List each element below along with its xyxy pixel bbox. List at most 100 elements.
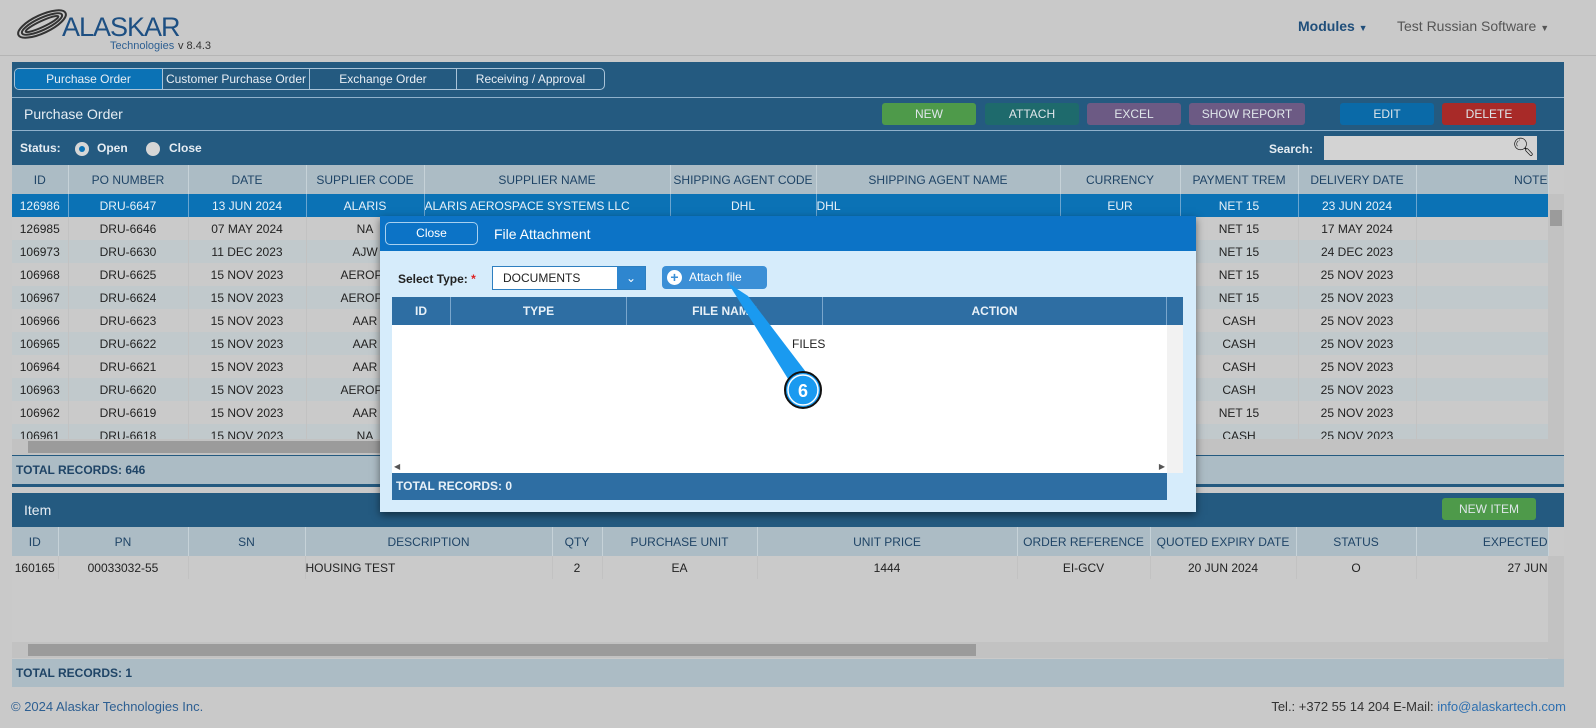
status-open-label: Open	[97, 141, 128, 155]
scroll-left-icon[interactable]: ◀	[394, 462, 400, 471]
status-close-label: Close	[169, 141, 202, 155]
type-select[interactable]: DOCUMENTS ⌄	[492, 266, 646, 290]
table-cell: DRU-6620	[68, 378, 189, 401]
column-header[interactable]: UNIT PRICE	[757, 527, 1018, 556]
modules-menu[interactable]: Modules ▼	[1298, 18, 1368, 34]
table-cell: 106966	[12, 309, 69, 332]
item-horizontal-scrollbar[interactable]	[12, 642, 1548, 658]
table-cell: EUR	[1060, 194, 1181, 217]
table-cell: 106973	[12, 240, 69, 263]
chevron-down-icon[interactable]: ⌄	[617, 267, 645, 289]
table-cell: 15 NOV 2023	[188, 378, 307, 401]
table-cell: DRU-6624	[68, 286, 189, 309]
column-header[interactable]: QUOTED EXPIRY DATE	[1150, 527, 1297, 556]
show-report-button[interactable]: SHOW REPORT	[1189, 103, 1305, 125]
column-header[interactable]: DATE	[188, 165, 307, 194]
table-cell: 27 JUN	[1416, 556, 1549, 579]
top-bar: ALASKAR Technologies v 8.4.3 Modules ▼ T…	[0, 0, 1596, 56]
table-cell: 25 NOV 2023	[1298, 401, 1417, 424]
item-vertical-scrollbar[interactable]	[1548, 556, 1564, 662]
table-row[interactable]: 126986 DRU-6647 13 JUN 2024 ALARIS ALARIS AE…	[12, 194, 1549, 217]
table-cell: ALARIS AEROSPACE SYSTEMS LLC	[424, 194, 671, 217]
search-label: Search:	[1269, 142, 1314, 156]
column-header[interactable]: QTY	[552, 527, 603, 556]
table-cell: 106968	[12, 263, 69, 286]
column-header[interactable]: SHIPPING AGENT NAME	[816, 165, 1061, 194]
table-cell: NET 15	[1180, 217, 1299, 240]
table-row[interactable]: 160165 00033032-55 HOUSING TEST 2 EA 1444 EI-G…	[12, 556, 1549, 579]
contact-info: Tel.: +372 55 14 204 E-Mail: info@alaska…	[1271, 699, 1566, 714]
plus-circle-icon: +	[667, 270, 682, 285]
edit-button[interactable]: EDIT	[1340, 103, 1434, 125]
excel-button[interactable]: EXCEL	[1087, 103, 1181, 125]
delete-button[interactable]: DELETE	[1442, 103, 1536, 125]
column-header[interactable]: SHIPPING AGENT CODE	[670, 165, 817, 194]
column-header[interactable]: ORDER REFERENCE	[1017, 527, 1151, 556]
attachments-vertical-scrollbar[interactable]	[1167, 325, 1183, 473]
scroll-thumb[interactable]	[1550, 210, 1562, 226]
required-marker: *	[471, 272, 476, 286]
module-tabs: Purchase Order Customer Purchase Order E…	[14, 68, 605, 90]
column-header[interactable]: SUPPLIER CODE	[306, 165, 425, 194]
dialog-title: File Attachment	[494, 226, 591, 242]
tab-purchase-order[interactable]: Purchase Order	[15, 69, 163, 89]
status-label: Status:	[20, 141, 61, 155]
attachments-table-body: FILES ◀ ▶	[392, 325, 1167, 473]
table-cell: 126986	[12, 194, 69, 217]
tab-customer-purchase-order[interactable]: Customer Purchase Order	[163, 69, 310, 89]
new-item-button[interactable]: NEW ITEM	[1442, 498, 1536, 520]
scroll-thumb[interactable]	[28, 644, 976, 656]
table-cell	[1416, 286, 1549, 309]
section-title: Purchase Order	[24, 106, 123, 122]
new-button[interactable]: NEW	[882, 103, 976, 125]
table-cell: 2	[552, 556, 603, 579]
column-header[interactable]: PO NUMBER	[68, 165, 189, 194]
column-header[interactable]: ID	[12, 165, 69, 194]
table-cell: 106962	[12, 401, 69, 424]
column-header[interactable]: PN	[58, 527, 189, 556]
search-input[interactable]	[1324, 136, 1537, 160]
column-header[interactable]: ID	[12, 527, 59, 556]
column-header[interactable]: DELIVERY DATE	[1298, 165, 1417, 194]
column-header[interactable]: EXPECTED	[1416, 527, 1549, 556]
attach-file-button[interactable]: + Attach file	[662, 266, 767, 289]
column-header-file-name: FILE NAME	[627, 297, 823, 325]
po-vertical-scrollbar[interactable]	[1548, 194, 1564, 455]
table-cell: DRU-6647	[68, 194, 189, 217]
column-header-id: ID	[392, 297, 451, 325]
table-cell: CASH	[1180, 309, 1299, 332]
type-select-value: DOCUMENTS	[503, 271, 581, 285]
column-header[interactable]: DESCRIPTION	[305, 527, 553, 556]
scroll-right-icon[interactable]: ▶	[1159, 462, 1165, 471]
table-cell: 15 NOV 2023	[188, 355, 307, 378]
column-header[interactable]: PURCHASE UNIT	[602, 527, 758, 556]
close-button[interactable]: Close	[385, 222, 478, 245]
column-header[interactable]: STATUS	[1296, 527, 1417, 556]
table-cell	[1416, 332, 1549, 355]
column-header[interactable]: PAYMENT TREM	[1180, 165, 1299, 194]
app-version: v 8.4.3	[178, 40, 212, 52]
logo-subtitle: Technologies	[110, 40, 175, 52]
table-cell: 126985	[12, 217, 69, 240]
column-header[interactable]: SUPPLIER NAME	[424, 165, 671, 194]
user-menu[interactable]: Test Russian Software ▼	[1397, 18, 1549, 34]
column-header[interactable]: SN	[188, 527, 306, 556]
table-cell: DRU-6625	[68, 263, 189, 286]
table-cell: HOUSING TEST	[305, 556, 553, 579]
column-header[interactable]: CURRENCY	[1060, 165, 1181, 194]
table-cell	[188, 556, 306, 579]
column-header-type: TYPE	[451, 297, 627, 325]
email-link[interactable]: info@alaskartech.com	[1437, 699, 1566, 714]
search-icon[interactable]: 🔍︎	[1512, 137, 1535, 158]
column-header[interactable]: NOTE	[1416, 165, 1549, 194]
table-cell: DHL	[816, 194, 1061, 217]
tab-exchange-order[interactable]: Exchange Order	[310, 69, 457, 89]
table-cell: 25 NOV 2023	[1298, 286, 1417, 309]
attach-button[interactable]: ATTACH	[985, 103, 1079, 125]
status-close-radio[interactable]	[146, 142, 160, 156]
status-open-radio[interactable]	[75, 142, 89, 156]
tab-receiving-approval[interactable]: Receiving / Approval	[457, 69, 604, 89]
modules-label: Modules	[1298, 18, 1355, 34]
item-section-title: Item	[24, 502, 52, 518]
table-cell: 15 NOV 2023	[188, 332, 307, 355]
